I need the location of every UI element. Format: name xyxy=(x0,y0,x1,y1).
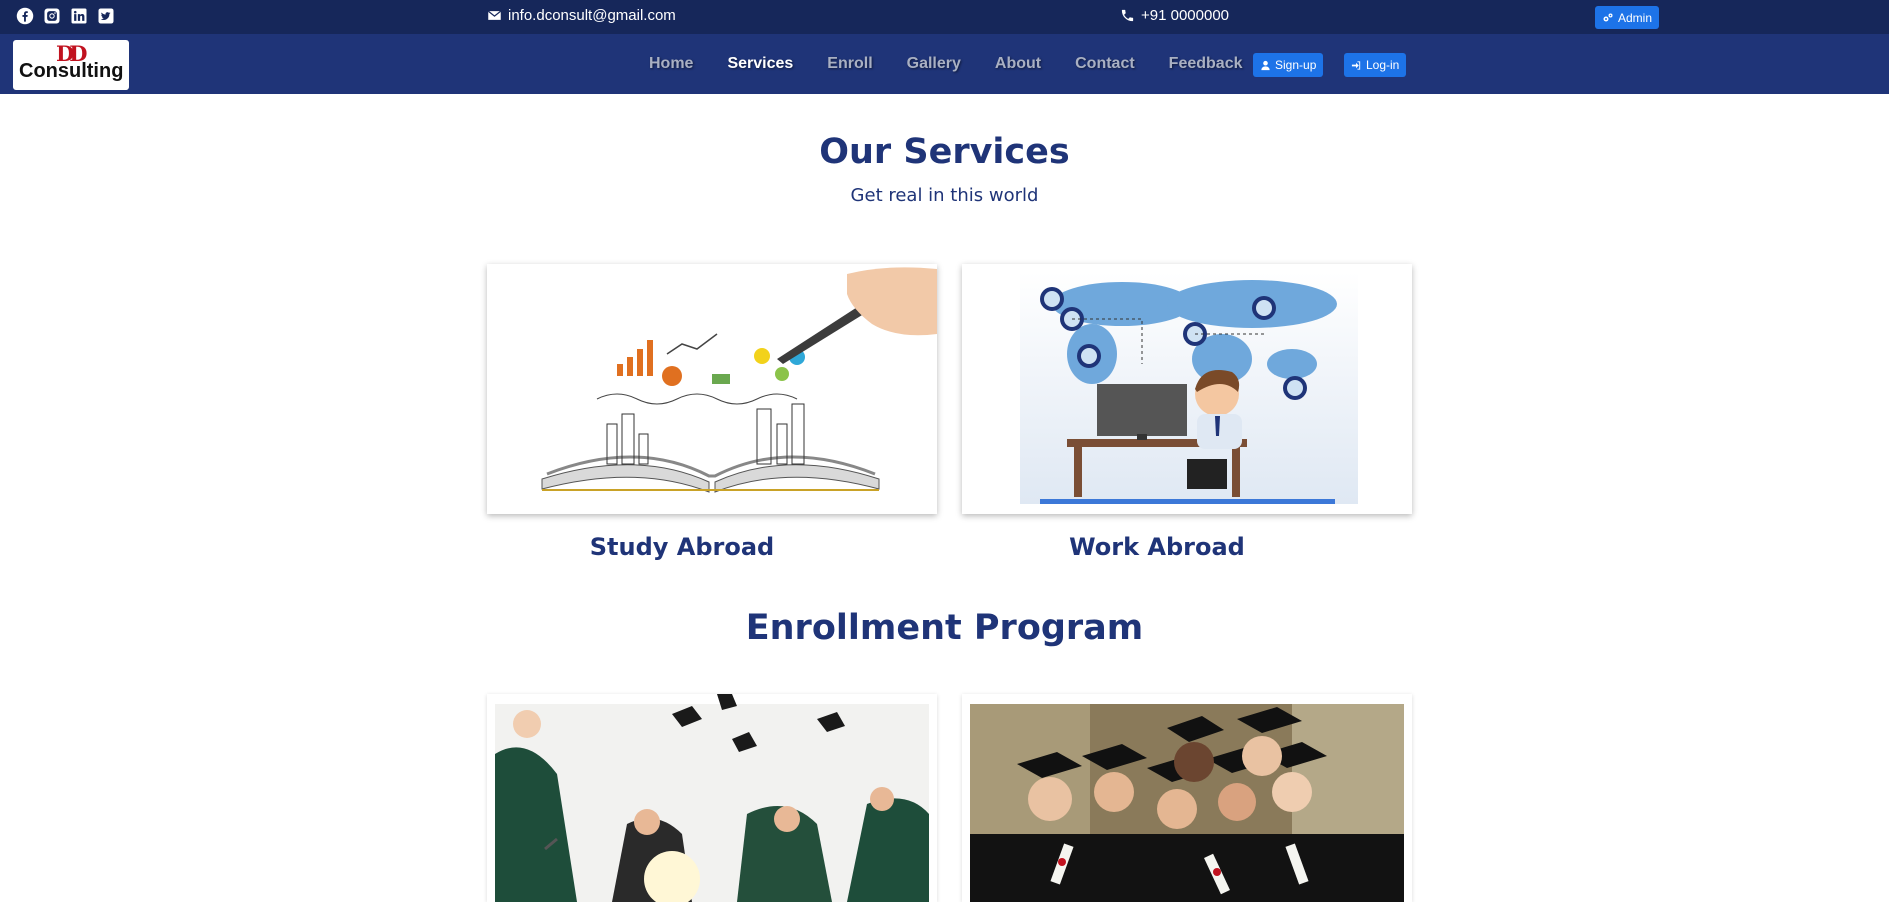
nav-links: Home Services Enroll Gallery About Conta… xyxy=(649,34,1276,94)
linkedin-icon[interactable] xyxy=(70,7,88,25)
nav-link-feedback[interactable]: Feedback xyxy=(1169,55,1243,73)
study-abroad-card[interactable] xyxy=(487,264,937,514)
phone-text: +91 0000000 xyxy=(1141,7,1230,24)
gears-icon xyxy=(1603,13,1613,21)
top-contact-bar: info.dconsult@gmail.com +91 0000000 Admi… xyxy=(0,0,1889,34)
enrollment-title: Enrollment Program xyxy=(745,608,1144,648)
work-abroad-image xyxy=(962,264,1412,514)
nav-link-enroll[interactable]: Enroll xyxy=(827,55,872,73)
facebook-icon[interactable] xyxy=(16,7,34,25)
admin-label: Admin xyxy=(1618,10,1653,25)
logo[interactable]: DD Consulting xyxy=(13,40,129,90)
nav-link-home[interactable]: Home xyxy=(649,55,693,73)
sign-in-icon xyxy=(1351,60,1361,70)
work-abroad-title[interactable]: Work Abroad xyxy=(932,533,1382,561)
signup-label: Sign-up xyxy=(1275,58,1317,72)
services-subtitle: Get real in this world xyxy=(850,185,1039,206)
study-abroad-title[interactable]: Study Abroad xyxy=(457,533,907,561)
social-links xyxy=(16,7,115,25)
graduation-celebration-image xyxy=(487,694,937,902)
work-abroad-card[interactable] xyxy=(962,264,1412,514)
main-navbar: DD Consulting Home Services Enroll Galle… xyxy=(0,34,1889,94)
login-button[interactable]: Log-in xyxy=(1344,53,1407,77)
user-icon xyxy=(1261,60,1270,70)
logo-text: Consulting xyxy=(19,60,124,82)
enrollment-card-1[interactable] xyxy=(487,694,937,902)
phone-icon xyxy=(1121,9,1134,22)
enrollment-card-2[interactable] xyxy=(962,694,1412,902)
email-text: info.dconsult@gmail.com xyxy=(508,7,676,24)
twitter-icon[interactable] xyxy=(97,7,115,25)
signup-button[interactable]: Sign-up xyxy=(1253,53,1324,77)
envelope-icon xyxy=(487,10,502,20)
email-contact[interactable]: info.dconsult@gmail.com xyxy=(487,7,676,24)
admin-button[interactable]: Admin xyxy=(1595,6,1660,29)
nav-link-about[interactable]: About xyxy=(995,55,1041,73)
nav-link-services[interactable]: Services xyxy=(727,55,793,73)
study-abroad-image xyxy=(487,264,937,514)
services-title: Our Services xyxy=(819,132,1070,172)
nav-link-gallery[interactable]: Gallery xyxy=(907,55,961,73)
phone-contact[interactable]: +91 0000000 xyxy=(1120,7,1229,24)
login-label: Log-in xyxy=(1366,58,1400,72)
graduates-group-image xyxy=(962,694,1412,902)
nav-link-contact[interactable]: Contact xyxy=(1075,55,1135,73)
instagram-icon[interactable] xyxy=(43,7,61,25)
